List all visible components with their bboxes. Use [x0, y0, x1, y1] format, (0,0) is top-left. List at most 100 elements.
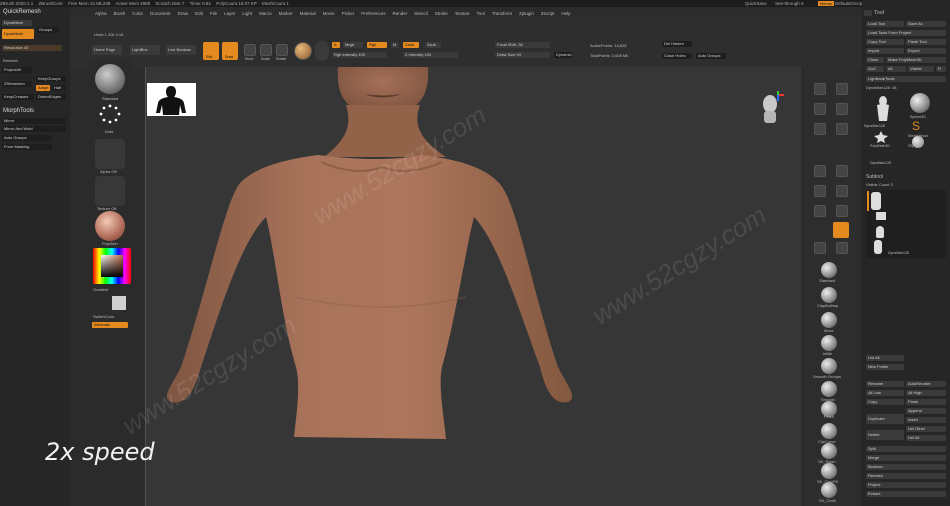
auto-groups-top-button[interactable]: Auto Groups: [696, 53, 726, 59]
remesh-button[interactable]: Remesh: [866, 473, 946, 479]
alpha-off-icon[interactable]: [95, 139, 125, 169]
subtool-list[interactable]: DynaWax128: [866, 190, 946, 258]
subtool-item-thumb[interactable]: [876, 226, 884, 238]
menu-preferences[interactable]: Preferences: [361, 11, 385, 16]
menu-render[interactable]: Render: [392, 11, 407, 16]
adapt-button[interactable]: Adapt: [36, 85, 50, 91]
dynawax-tool-thumb[interactable]: [870, 93, 896, 123]
rgb-intensity-slider[interactable]: Rgb Intensity 100: [332, 52, 387, 58]
local-icon[interactable]: [836, 165, 848, 177]
keep-creases-button[interactable]: KeepCreases: [2, 94, 34, 100]
sphere3d-tool-thumb[interactable]: [910, 93, 930, 113]
menu-document[interactable]: Document: [150, 11, 171, 16]
half-button[interactable]: Half: [52, 85, 66, 91]
close-holes-button[interactable]: Close Holes: [662, 53, 692, 59]
focal-shift-slider[interactable]: Focal Shift -30: [495, 42, 550, 48]
menu-zscript[interactable]: Zscript: [541, 11, 555, 16]
clone-button[interactable]: Clone: [866, 57, 884, 63]
load-tool-button[interactable]: Load Tool: [866, 21, 904, 27]
copy-button[interactable]: Copy: [866, 399, 904, 405]
material-sphere-icon[interactable]: [294, 42, 312, 60]
polyskin-material-icon[interactable]: [95, 211, 125, 241]
inflat-brush-icon[interactable]: [821, 335, 837, 351]
tool-menu-icon[interactable]: [864, 10, 872, 16]
groups-button[interactable]: Groups: [37, 27, 59, 33]
aahalf-icon[interactable]: [836, 123, 848, 135]
list-all-button[interactable]: List All: [866, 355, 904, 361]
alternate-button[interactable]: Alternate: [92, 322, 128, 328]
lightbox-button[interactable]: LightBox: [130, 45, 160, 55]
viewport[interactable]: [145, 67, 801, 506]
dynamesh-tab[interactable]: DynaMesh: [2, 20, 32, 26]
sk-slash-brush-icon[interactable]: [821, 443, 837, 459]
keep-groups-button[interactable]: KeepGroups: [36, 76, 66, 82]
goz-button[interactable]: GoZ: [866, 66, 884, 72]
del-all-button[interactable]: Del All: [906, 435, 946, 441]
make-polymesh-button[interactable]: Make PolyMesh3D: [886, 57, 946, 63]
all-high-button[interactable]: All High: [906, 390, 946, 396]
color-square[interactable]: [101, 255, 123, 277]
project-button[interactable]: Project: [866, 482, 946, 488]
subtool-item-thumb[interactable]: [874, 240, 882, 254]
load-tools-from-project-button[interactable]: Load Tools From Project: [866, 30, 946, 36]
menu-file[interactable]: File: [210, 11, 217, 16]
color-slider-icon[interactable]: [315, 41, 329, 61]
clipcurve-brush-icon[interactable]: [821, 423, 837, 439]
rotate-view-icon[interactable]: [833, 222, 849, 238]
extract-button[interactable]: Extract: [866, 491, 946, 497]
menu-draw[interactable]: Draw: [178, 11, 189, 16]
dots-stroke-icon[interactable]: [95, 102, 125, 126]
menu-macro[interactable]: Macro: [259, 11, 272, 16]
zoom-icon[interactable]: [836, 103, 848, 115]
save-as-button[interactable]: Save As: [906, 21, 946, 27]
menu-edit[interactable]: Edit: [195, 11, 203, 16]
menu-transform[interactable]: Transform: [492, 11, 512, 16]
rename-button[interactable]: Rename: [866, 381, 904, 387]
sk-cloth-brush-icon[interactable]: [821, 482, 837, 498]
zadd-button[interactable]: Zadd: [403, 42, 419, 48]
r-button[interactable]: R: [936, 66, 946, 72]
menu-marker[interactable]: Marker: [279, 11, 293, 16]
sculpt-body[interactable]: [146, 67, 802, 506]
texture-off-icon[interactable]: [95, 176, 125, 206]
mirror-and-weld-button[interactable]: Mirror And Weld: [2, 126, 66, 132]
move-brush-icon[interactable]: [821, 312, 837, 328]
menu-material[interactable]: Material: [300, 11, 316, 16]
z-intensity-slider[interactable]: Z Intensity 100: [403, 52, 458, 58]
folder-icon[interactable]: [876, 212, 886, 220]
menu-stencil[interactable]: Stencil: [414, 11, 428, 16]
project-all-button[interactable]: ProjectAll: [2, 67, 32, 73]
menu-picker[interactable]: Picker: [342, 11, 355, 16]
lightbox-tools-button[interactable]: Lightbox▸Tools: [866, 76, 946, 82]
zoom3d-icon[interactable]: [836, 205, 848, 217]
menu-color[interactable]: Color: [132, 11, 143, 16]
floor-icon[interactable]: [814, 165, 826, 177]
all-low-button[interactable]: All Low: [866, 390, 904, 396]
xyz-icon[interactable]: [814, 185, 826, 197]
export-button[interactable]: Export: [906, 48, 946, 54]
scroll-icon[interactable]: [814, 103, 826, 115]
rgb-button[interactable]: Rgb: [367, 42, 387, 48]
resolution-slider[interactable]: Resolution 40: [2, 45, 62, 51]
m-button[interactable]: M: [391, 42, 399, 48]
claybuildup-brush-icon[interactable]: [821, 287, 837, 303]
scale-button[interactable]: [260, 44, 272, 56]
duplicate-button[interactable]: Duplicate: [866, 414, 904, 424]
bpr-icon[interactable]: [814, 83, 826, 95]
menu-zplugin[interactable]: Zplugin: [519, 11, 534, 16]
default-script[interactable]: DefaultZScript: [835, 0, 864, 7]
subtool-item-thumb[interactable]: [871, 192, 881, 210]
frame-icon[interactable]: [836, 185, 848, 197]
mirror-button[interactable]: Mirror: [2, 118, 66, 124]
menu-tool[interactable]: Tool: [477, 11, 485, 16]
visible-button[interactable]: Visible: [908, 66, 934, 72]
boolean-button[interactable]: Boolean: [866, 464, 946, 470]
color-picker[interactable]: [93, 248, 131, 284]
menu-stroke[interactable]: Stroke: [435, 11, 448, 16]
delete-button[interactable]: Delete: [866, 430, 904, 440]
line-fill-icon[interactable]: [814, 242, 826, 254]
spix-icon[interactable]: [836, 83, 848, 95]
rotate-button[interactable]: [276, 44, 288, 56]
zremesher-button[interactable]: ZRemesher: [2, 81, 32, 87]
auto-groups-button[interactable]: Auto Groups: [2, 135, 52, 141]
